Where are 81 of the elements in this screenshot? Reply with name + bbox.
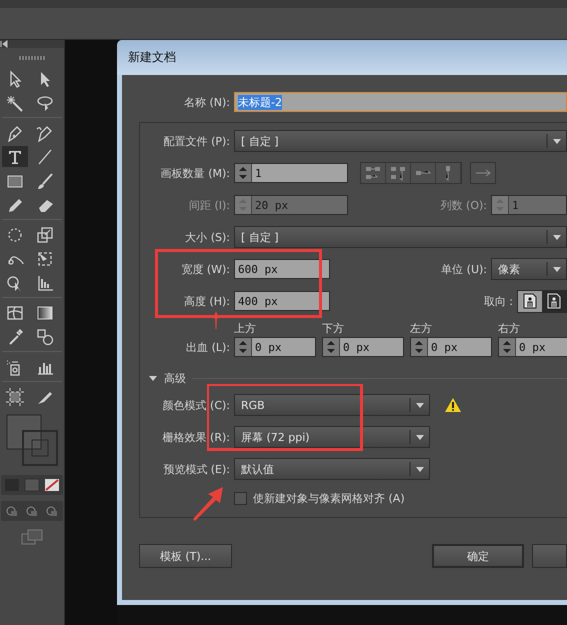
mesh-icon[interactable] bbox=[6, 304, 24, 322]
color-swatch-icon[interactable] bbox=[3, 477, 21, 493]
checkbox-label: 使新建对象与像素网格对齐 (A) bbox=[253, 490, 405, 506]
field-label: 高度 (H): bbox=[182, 294, 231, 308]
person-page-icon[interactable] bbox=[523, 293, 537, 309]
width-field[interactable]: 600 px bbox=[234, 259, 330, 279]
scale-icon[interactable] bbox=[36, 226, 54, 244]
dialog-button[interactable]: 模板 (T)... bbox=[139, 544, 232, 568]
dropdown-value: [ 自定 ] bbox=[240, 230, 280, 244]
disclosure-triangle-icon[interactable] bbox=[148, 374, 158, 382]
field-value: 1 bbox=[254, 166, 262, 180]
artboard-icon[interactable] bbox=[6, 388, 24, 406]
spinner-field[interactable]: 0 px bbox=[234, 337, 316, 357]
field-label: 画板数量 (M): bbox=[160, 166, 231, 180]
pen-icon[interactable] bbox=[36, 124, 54, 142]
transform-icon[interactable] bbox=[36, 250, 54, 268]
spinner-field[interactable]: 0 px bbox=[322, 337, 404, 357]
column-heading: 上方 bbox=[234, 320, 257, 336]
gradient-swatch-icon[interactable] bbox=[23, 477, 41, 493]
stepper-arrows-icon[interactable] bbox=[323, 338, 340, 356]
rotate-icon[interactable] bbox=[6, 226, 24, 244]
field-label: 取向 : bbox=[484, 294, 514, 308]
wand-icon[interactable] bbox=[6, 94, 24, 112]
warning-icon[interactable] bbox=[444, 397, 462, 413]
pen-icon[interactable] bbox=[6, 124, 24, 142]
blend-icon[interactable] bbox=[36, 328, 54, 346]
spinner-field[interactable]: 1 bbox=[234, 163, 348, 183]
profile-dropdown[interactable]: [ 自定 ] bbox=[234, 130, 567, 152]
field-label: 出血 (L): bbox=[185, 340, 231, 354]
gradient-icon[interactable] bbox=[36, 304, 54, 322]
stepper-arrows-icon[interactable] bbox=[411, 338, 428, 356]
field-value: 0 px bbox=[254, 340, 282, 354]
stepper-arrows-icon[interactable] bbox=[499, 338, 516, 356]
dropdown-value: [ 自定 ] bbox=[240, 134, 280, 148]
grip-icon[interactable] bbox=[19, 56, 45, 60]
field-label: 宽度 (W): bbox=[180, 262, 231, 276]
dialog-title: 新建文档 bbox=[127, 49, 176, 66]
portrait-button[interactable] bbox=[518, 290, 542, 312]
field-label: 配置文件 (P): bbox=[162, 134, 231, 148]
field-label: 单位 (U): bbox=[441, 262, 488, 276]
field-value: 0 px bbox=[430, 340, 458, 354]
dropdown-value: 屏幕 (72 ppi) bbox=[240, 430, 311, 444]
field-label: 栅格效果 (R): bbox=[162, 430, 231, 444]
raster-dropdown[interactable]: 屏幕 (72 ppi) bbox=[234, 426, 430, 448]
field-value: 20 px bbox=[254, 198, 288, 212]
collapse-icon[interactable] bbox=[0, 40, 8, 48]
units-dropdown[interactable]: 像素 bbox=[491, 258, 567, 280]
field-value: 未标题-2 bbox=[238, 94, 282, 110]
stepper-arrows-icon[interactable] bbox=[235, 338, 252, 356]
field-value: 1 bbox=[511, 198, 519, 212]
brush-icon[interactable] bbox=[36, 172, 54, 190]
checkbox[interactable] bbox=[234, 492, 247, 504]
field-label: 间距 (I): bbox=[188, 198, 231, 212]
field-label: 颜色模式 (C): bbox=[162, 398, 231, 412]
field-value: 0 px bbox=[518, 340, 546, 354]
spinner-field[interactable]: 0 px bbox=[498, 337, 567, 357]
field-label: 大小 (S): bbox=[184, 230, 231, 244]
column-heading: 左方 bbox=[410, 320, 433, 336]
name-field[interactable]: 未标题-2 bbox=[234, 92, 567, 112]
dialog-button[interactable]: 确定 bbox=[432, 544, 524, 568]
spinner-field[interactable]: 0 px bbox=[410, 337, 492, 357]
size-dropdown[interactable]: [ 自定 ] bbox=[234, 226, 567, 248]
graph-icon[interactable] bbox=[36, 274, 54, 292]
section-heading: 高级 bbox=[164, 370, 186, 386]
stepper-arrows-icon[interactable] bbox=[235, 164, 252, 182]
lasso-icon[interactable] bbox=[36, 94, 54, 112]
none-swatch-icon[interactable] bbox=[43, 477, 61, 493]
preview-dropdown[interactable]: 默认值 bbox=[234, 458, 430, 480]
column-heading: 右方 bbox=[498, 320, 521, 336]
column-heading: 下方 bbox=[322, 320, 345, 336]
field-value: 0 px bbox=[342, 340, 370, 354]
line-icon[interactable] bbox=[36, 148, 54, 166]
dropdown-value: 默认值 bbox=[240, 462, 275, 476]
dropdown-value: RGB bbox=[240, 398, 266, 412]
dropdown-value: 像素 bbox=[497, 262, 521, 276]
height-field[interactable]: 400 px bbox=[234, 291, 330, 311]
field-label: 列数 (O): bbox=[440, 198, 488, 212]
annotation-arrow bbox=[192, 486, 224, 522]
field-label: 预览模式 (E): bbox=[162, 462, 231, 476]
color-mode-dropdown[interactable]: RGB bbox=[234, 394, 430, 416]
field-label: 名称 (N): bbox=[182, 94, 231, 110]
